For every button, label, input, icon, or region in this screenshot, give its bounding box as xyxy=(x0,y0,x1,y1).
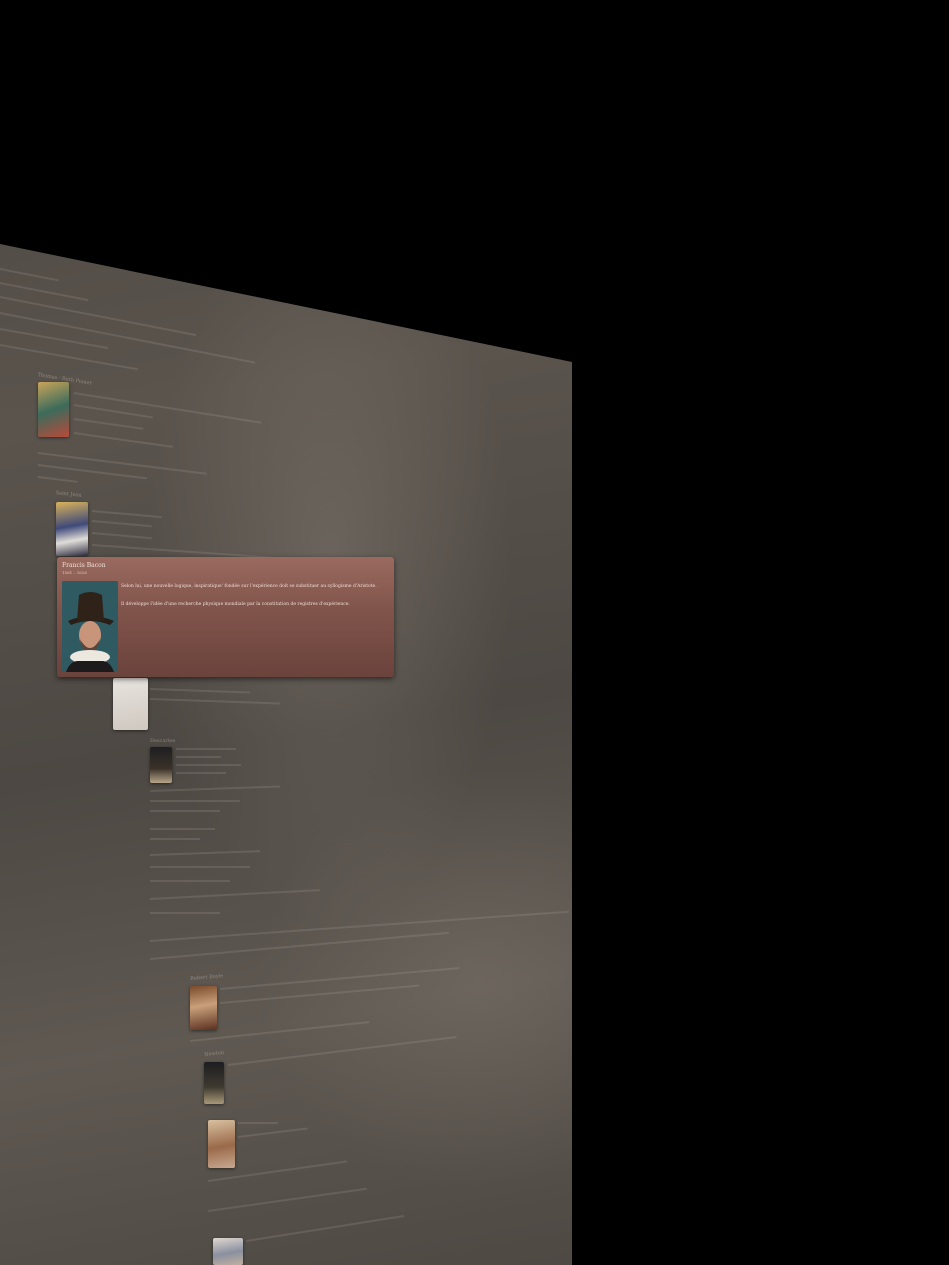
figure-label: Saint Jean xyxy=(55,490,82,499)
text-line xyxy=(220,984,420,1004)
text-line xyxy=(91,510,162,519)
text-line xyxy=(0,312,256,364)
text-line xyxy=(150,850,261,856)
text-line xyxy=(0,268,59,282)
figure-portrait xyxy=(62,581,118,672)
text-line xyxy=(150,810,220,812)
figure-thumbnail[interactable] xyxy=(150,747,172,783)
figure-thumbnail[interactable] xyxy=(204,1062,224,1104)
figure-thumbnail[interactable] xyxy=(213,1238,243,1265)
figure-label: Newton xyxy=(204,1049,225,1058)
text-line xyxy=(91,532,152,540)
figure-dates: 1561 – 1626 xyxy=(62,570,87,575)
text-line xyxy=(149,688,250,694)
text-line xyxy=(176,756,221,758)
figure-description-1: Selon lui, une nouvelle logique, inspira… xyxy=(121,584,377,589)
figure-thumbnail[interactable] xyxy=(56,502,88,556)
text-line xyxy=(150,800,240,802)
text-line xyxy=(238,1122,278,1124)
figure-name: Francis Bacon xyxy=(62,562,106,569)
featured-figure-card[interactable]: Francis Bacon 1561 – 1626 Selon lui, une… xyxy=(57,557,394,677)
figure-thumbnail[interactable] xyxy=(38,382,69,437)
text-line xyxy=(176,764,241,766)
text-line xyxy=(73,432,174,448)
viewport: Thomas · Ruth Pianer Saint Jean Descarte… xyxy=(0,0,949,1265)
text-line xyxy=(176,748,236,750)
text-line xyxy=(73,404,154,419)
timeline-panel[interactable]: Thomas · Ruth Pianer Saint Jean Descarte… xyxy=(0,244,572,1265)
text-line xyxy=(37,452,207,475)
figure-thumbnail[interactable] xyxy=(190,986,217,1030)
portrait-illustration xyxy=(62,581,118,672)
text-line xyxy=(150,866,250,868)
text-line xyxy=(150,785,280,792)
figure-description-2: Il développe l'idée d'une recherche phys… xyxy=(121,602,350,607)
text-line xyxy=(91,520,152,528)
text-line xyxy=(246,1214,405,1242)
figure-thumbnail[interactable] xyxy=(208,1120,235,1168)
text-line xyxy=(149,698,280,705)
figure-thumbnail[interactable] xyxy=(113,678,148,730)
text-line xyxy=(238,1127,308,1138)
text-line xyxy=(150,912,220,914)
text-line xyxy=(150,889,320,900)
figure-label: Descartes xyxy=(150,738,176,744)
text-line xyxy=(220,967,460,990)
text-line xyxy=(150,828,215,830)
text-line xyxy=(0,344,138,371)
text-line xyxy=(73,418,144,430)
text-line xyxy=(150,838,200,840)
text-line xyxy=(176,772,226,774)
figure-label: Robert Boyle xyxy=(190,973,224,982)
text-line xyxy=(228,1035,457,1066)
text-line xyxy=(37,476,78,483)
text-line xyxy=(150,910,570,942)
text-line xyxy=(150,880,230,882)
text-line xyxy=(208,1187,367,1212)
